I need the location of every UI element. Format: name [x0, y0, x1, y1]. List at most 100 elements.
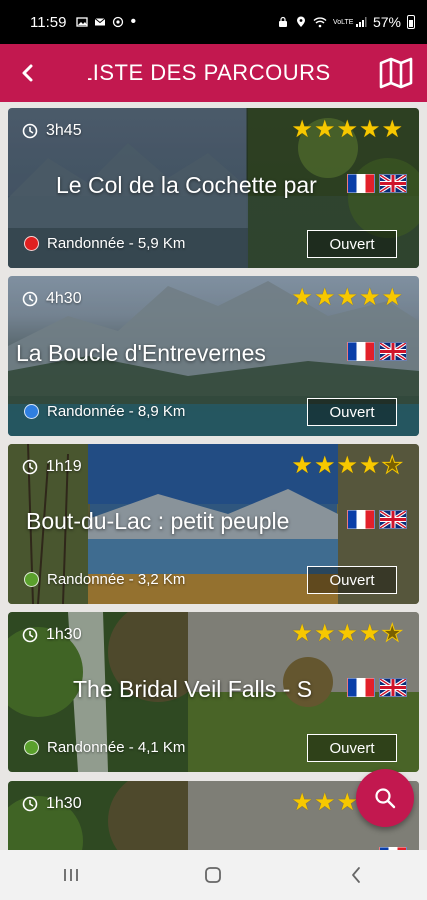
difficulty-dot [24, 404, 39, 419]
difficulty-dot [24, 236, 39, 251]
clock-icon [22, 796, 38, 812]
back-button[interactable] [0, 44, 56, 102]
language-flags [347, 678, 407, 697]
page-title: LISTE DES PARCOURS [88, 60, 331, 85]
status-time: 11:59 [30, 13, 67, 31]
star-outline-icon: ★ [381, 620, 403, 647]
map-icon [379, 57, 413, 89]
status-button[interactable]: Ouvert [307, 230, 397, 258]
duration: 3h45 [22, 122, 82, 140]
duration: 1h30 [22, 626, 82, 644]
flag-fr-icon [347, 678, 375, 697]
recents-icon [64, 869, 79, 881]
duration: 1h19 [22, 458, 82, 476]
star-icon: ★ [358, 620, 381, 647]
star-icon: ★ [381, 284, 403, 311]
location-icon [296, 16, 305, 27]
route-title: Le Col de la Cochette par [56, 172, 317, 198]
duration-text: 3h45 [46, 122, 82, 139]
duration-text: 1h30 [46, 795, 82, 812]
star-icon: ★ [358, 284, 381, 311]
star-icon: ★ [291, 116, 313, 143]
flag-fr-icon [347, 510, 375, 529]
activity-text: Randonnée - 8,9 Km [47, 403, 186, 420]
status-button[interactable]: Ouvert [307, 398, 397, 426]
star-icon: ★ [313, 116, 336, 143]
language-flags [347, 510, 407, 529]
route-card[interactable]: 4h30 ★ ★ ★ ★ ★ La Boucle d'Entrevernes Rando… [8, 276, 419, 436]
activity-info: Randonnée - 5,9 Km [24, 235, 185, 252]
activity-info: Randonnée - 3,2 Km [24, 571, 185, 588]
star-icon: ★ [291, 789, 313, 816]
star-icon: ★ [381, 116, 403, 143]
search-icon [375, 788, 396, 809]
route-card[interactable]: 1h19 ★ ★ ★ ★ ★ Bout-du-Lac : petit peuple Ra… [8, 444, 419, 604]
activity-text: Randonnée - 3,2 Km [47, 571, 186, 588]
route-card[interactable]: 3h45 ★ ★ ★ ★ ★ Le Col de la Cochette par Ran… [8, 108, 419, 268]
duration-text: 4h30 [46, 290, 82, 307]
route-card[interactable]: 1h30 ★ ★ ★ ★ ★ The Bridal Veil Falls - S Ran… [8, 612, 419, 772]
gallery-notification-icon [76, 17, 89, 27]
route-title: The Bridal Veil Falls - S [73, 676, 313, 702]
star-icon: ★ [291, 620, 313, 647]
flag-fr-icon [347, 174, 375, 193]
activity-info: Randonnée - 8,9 Km [24, 403, 185, 420]
route-list[interactable]: 3h45 ★ ★ ★ ★ ★ Le Col de la Cochette par Ran… [0, 102, 427, 850]
duration: 1h30 [22, 795, 82, 813]
rating-stars: ★★★★★ [291, 620, 403, 647]
rating-stars: ★★★★★ [291, 452, 403, 479]
mail-notification-icon [95, 18, 106, 26]
recents-button[interactable] [41, 850, 101, 900]
nav-back-button[interactable] [326, 850, 386, 900]
clock-icon [22, 291, 38, 307]
star-icon: ★ [313, 452, 336, 479]
map-button[interactable] [377, 54, 415, 92]
flag-uk-icon [379, 678, 407, 697]
wifi-icon [313, 17, 327, 28]
star-icon: ★ [291, 452, 313, 479]
duration-text: 1h30 [46, 626, 82, 643]
difficulty-dot [24, 740, 39, 755]
activity-text: Randonnée - 5,9 Km [47, 235, 186, 252]
back-icon [351, 867, 360, 883]
home-button[interactable] [183, 850, 243, 900]
more-notifications-dot: • [130, 13, 137, 30]
rating-stars: ★★★★★ [291, 286, 403, 310]
battery-percent: 57% [372, 14, 401, 30]
app-notification-icon [113, 16, 124, 28]
activity-text: Randonnée - 4,1 Km [47, 739, 186, 756]
language-flags [347, 342, 407, 361]
route-title: La Boucle d'Entrevernes [16, 340, 266, 366]
activity-info: Randonnée - 4,1 Km [24, 739, 185, 756]
status-button[interactable]: Ouvert [307, 566, 397, 594]
star-icon: ★ [313, 284, 336, 311]
flag-uk-icon [379, 174, 407, 193]
volte-label: VoLTE [332, 18, 354, 26]
star-outline-icon: ★ [381, 452, 403, 479]
rating-stars: ★★★★★ [291, 118, 403, 142]
flag-fr-icon [347, 342, 375, 361]
clock-icon [22, 459, 38, 475]
star-icon: ★ [336, 116, 358, 143]
lock-icon [278, 16, 287, 27]
search-button[interactable] [356, 769, 414, 827]
clock-icon [22, 627, 38, 643]
difficulty-dot [24, 572, 39, 587]
duration-text: 1h19 [46, 458, 82, 475]
flag-uk-icon [379, 510, 407, 529]
star-icon: ★ [313, 789, 336, 816]
star-icon: ★ [291, 284, 313, 311]
flag-uk-icon [379, 342, 407, 361]
route-title: Bout-du-Lac : petit peuple [26, 508, 290, 534]
app-bar: LISTE DES PARCOURS [0, 44, 427, 102]
star-icon: ★ [336, 452, 358, 479]
star-icon: ★ [358, 452, 381, 479]
star-icon: ★ [313, 620, 336, 647]
signal-icon [355, 17, 367, 27]
arrow-left-icon [22, 64, 33, 82]
battery-icon [407, 15, 415, 29]
status-button[interactable]: Ouvert [307, 734, 397, 762]
duration: 4h30 [22, 290, 82, 308]
star-icon: ★ [336, 620, 358, 647]
language-flags [347, 174, 407, 193]
